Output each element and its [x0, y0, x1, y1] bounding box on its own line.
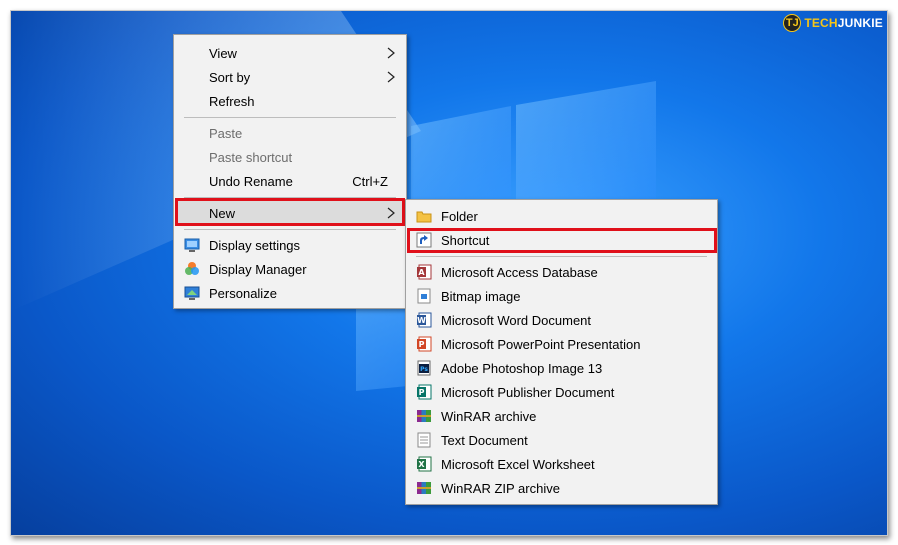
submenu-item-folder[interactable]: Folder — [406, 204, 717, 228]
menu-item-label: Text Document — [441, 433, 528, 448]
svg-text:X: X — [418, 460, 425, 469]
menu-item-label: WinRAR ZIP archive — [441, 481, 560, 496]
publisher-icon: P — [417, 384, 432, 400]
winrar-zip-icon — [417, 482, 431, 494]
techjunkie-badge: TJ — [783, 14, 802, 32]
menu-item-undo-rename[interactable]: Undo Rename Ctrl+Z — [174, 169, 406, 193]
menu-separator — [416, 256, 707, 257]
menu-item-label: Personalize — [209, 286, 277, 301]
chevron-right-icon — [387, 207, 395, 219]
menu-item-label: Undo Rename — [209, 174, 293, 189]
techjunkie-logo: TJ TECHJUNKIE — [783, 14, 883, 32]
menu-separator — [184, 229, 396, 230]
access-icon: A — [417, 264, 432, 280]
chevron-right-icon — [387, 71, 395, 83]
menu-item-label: Sort by — [209, 70, 251, 85]
svg-text:A: A — [418, 268, 425, 277]
menu-item-view[interactable]: View — [174, 41, 406, 65]
bitmap-icon — [417, 288, 431, 304]
chevron-right-icon — [387, 47, 395, 59]
winrar-icon — [417, 410, 431, 422]
personalize-icon — [184, 286, 200, 300]
menu-item-label: New — [209, 206, 236, 221]
menu-item-label: Microsoft Word Document — [441, 313, 592, 328]
shortcut-icon — [416, 232, 432, 248]
excel-icon: X — [417, 456, 432, 472]
submenu-item-access-database[interactable]: A Microsoft Access Database — [406, 260, 717, 284]
menu-item-label: View — [209, 46, 237, 61]
menu-item-new[interactable]: New — [174, 201, 406, 225]
submenu-item-powerpoint[interactable]: P Microsoft PowerPoint Presentation — [406, 332, 717, 356]
brand-tech-text: TECH — [804, 16, 838, 30]
menu-item-label: Bitmap image — [441, 289, 521, 304]
menu-item-label: WinRAR archive — [441, 409, 537, 424]
menu-item-refresh[interactable]: Refresh — [174, 89, 406, 113]
menu-item-label: Folder — [441, 209, 478, 224]
display-settings-icon — [184, 238, 200, 252]
menu-item-label: Microsoft Publisher Document — [441, 385, 615, 400]
menu-item-label: Display settings — [209, 238, 301, 253]
menu-item-label: Adobe Photoshop Image 13 — [441, 361, 603, 376]
menu-item-paste-shortcut[interactable]: Paste shortcut — [174, 145, 406, 169]
menu-separator — [184, 117, 396, 118]
photoshop-icon: Ps — [417, 360, 431, 376]
text-document-icon — [417, 432, 431, 448]
brand-junkie-text: JUNKIE — [837, 16, 883, 30]
svg-text:P: P — [419, 388, 425, 397]
menu-item-label: Paste shortcut — [209, 150, 293, 165]
menu-item-label: Microsoft Access Database — [441, 265, 598, 280]
svg-text:W: W — [417, 316, 426, 325]
menu-item-sort-by[interactable]: Sort by — [174, 65, 406, 89]
submenu-item-bitmap-image[interactable]: Bitmap image — [406, 284, 717, 308]
new-submenu: Folder Shortcut A Microsoft Access Datab… — [405, 199, 718, 505]
submenu-item-photoshop[interactable]: Ps Adobe Photoshop Image 13 — [406, 356, 717, 380]
submenu-item-winrar-archive[interactable]: WinRAR archive — [406, 404, 717, 428]
submenu-item-excel-worksheet[interactable]: X Microsoft Excel Worksheet — [406, 452, 717, 476]
menu-item-display-settings[interactable]: Display settings — [174, 233, 406, 257]
menu-item-paste[interactable]: Paste — [174, 121, 406, 145]
folder-icon — [416, 211, 432, 223]
svg-text:P: P — [419, 340, 425, 349]
desktop-context-menu: View Sort by Refresh Paste Paste shortcu… — [173, 34, 407, 309]
submenu-item-winrar-zip[interactable]: WinRAR ZIP archive — [406, 476, 717, 500]
display-manager-icon — [185, 262, 199, 275]
menu-item-label: Refresh — [209, 94, 255, 109]
word-icon: W — [417, 312, 432, 328]
menu-item-display-manager[interactable]: Display Manager — [174, 257, 406, 281]
powerpoint-icon: P — [417, 336, 432, 352]
menu-item-personalize[interactable]: Personalize — [174, 281, 406, 305]
menu-item-shortcut: Ctrl+Z — [352, 174, 388, 189]
submenu-item-word-document[interactable]: W Microsoft Word Document — [406, 308, 717, 332]
menu-item-label: Microsoft PowerPoint Presentation — [441, 337, 641, 352]
menu-item-label: Shortcut — [441, 233, 490, 248]
menu-item-label: Paste — [209, 126, 243, 141]
submenu-item-text-document[interactable]: Text Document — [406, 428, 717, 452]
submenu-item-shortcut[interactable]: Shortcut — [406, 228, 717, 252]
submenu-item-publisher[interactable]: P Microsoft Publisher Document — [406, 380, 717, 404]
menu-item-label: Microsoft Excel Worksheet — [441, 457, 595, 472]
svg-text:Ps: Ps — [420, 366, 428, 373]
menu-item-label: Display Manager — [209, 262, 307, 277]
